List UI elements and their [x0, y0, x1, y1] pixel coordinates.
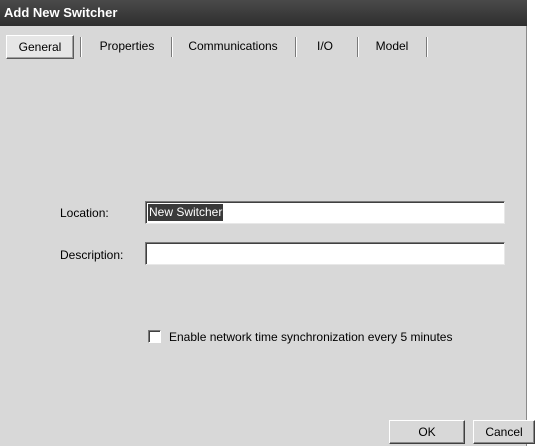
- tab-divider: [80, 37, 82, 57]
- tab-divider: [357, 37, 359, 57]
- cancel-button[interactable]: Cancel: [473, 420, 535, 444]
- tab-general[interactable]: General: [6, 35, 74, 59]
- description-field[interactable]: [145, 242, 505, 265]
- location-label: Location:: [60, 206, 109, 220]
- tab-properties[interactable]: Properties: [88, 35, 166, 59]
- window-title: Add New Switcher: [0, 0, 527, 26]
- tab-divider: [426, 37, 428, 57]
- tab-divider: [295, 37, 297, 57]
- tab-communications[interactable]: Communications: [178, 35, 288, 59]
- tab-model[interactable]: Model: [362, 35, 422, 59]
- time-sync-label[interactable]: Enable network time synchronization ever…: [169, 329, 452, 345]
- location-field[interactable]: New Switcher: [145, 201, 505, 224]
- location-input[interactable]: [148, 204, 500, 221]
- time-sync-checkbox[interactable]: [148, 330, 161, 343]
- ok-button[interactable]: OK: [389, 420, 465, 444]
- description-label: Description:: [60, 248, 124, 262]
- description-input[interactable]: [148, 245, 500, 262]
- tab-divider: [171, 37, 173, 57]
- add-switcher-dialog: Add New Switcher General Properties Comm…: [0, 0, 535, 446]
- tab-strip: General Properties Communications I/O Mo…: [6, 35, 521, 61]
- tab-io[interactable]: I/O: [302, 35, 348, 59]
